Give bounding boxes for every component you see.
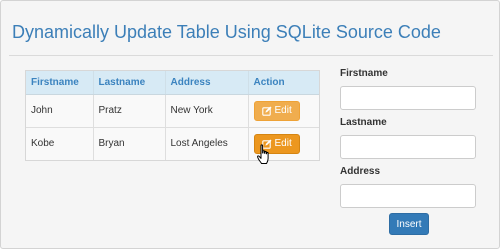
page-title: Dynamically Update Table Using SQLite So… — [12, 22, 441, 42]
column-header-address: Address — [165, 71, 249, 95]
address-label: Address — [340, 166, 381, 177]
firstname-group: Firstname — [340, 67, 480, 116]
address-group: Address — [340, 165, 480, 214]
title-divider — [9, 55, 493, 56]
hand-pointer-icon — [257, 144, 269, 164]
insert-button[interactable]: Insert — [389, 213, 429, 235]
column-header-firstname: Firstname — [26, 71, 94, 95]
edit-icon — [261, 106, 271, 116]
firstname-label: Firstname — [340, 68, 388, 79]
address-input[interactable] — [340, 184, 476, 208]
records-table: Firstname Lastname Address Action John P… — [25, 70, 320, 161]
edit-button-label: Edit — [274, 138, 292, 150]
edit-button-label: Edit — [274, 105, 292, 116]
cell-firstname: John — [26, 94, 94, 128]
cell-lastname: Bryan — [93, 127, 166, 160]
firstname-input[interactable] — [340, 86, 476, 110]
cell-action: Edit — [248, 94, 319, 128]
table-row: John Pratz New York Edit — [26, 94, 319, 128]
cell-address: Lost Angeles — [165, 127, 249, 160]
table-row: Kobe Bryan Lost Angeles Edit — [26, 127, 319, 160]
edit-button[interactable]: Edit — [253, 100, 300, 121]
lastname-label: Lastname — [340, 117, 387, 128]
cell-lastname: Pratz — [93, 94, 166, 128]
cell-firstname: Kobe — [26, 127, 94, 160]
lastname-input[interactable] — [340, 135, 476, 159]
column-header-lastname: Lastname — [93, 71, 166, 95]
main-panel: Dynamically Update Table Using SQLite So… — [0, 0, 500, 249]
column-header-action: Action — [248, 71, 319, 95]
table-header-row: Firstname Lastname Address Action — [26, 71, 319, 95]
cell-address: New York — [165, 94, 249, 128]
lastname-group: Lastname — [340, 116, 480, 165]
entry-form: Firstname Lastname Address — [340, 67, 480, 214]
